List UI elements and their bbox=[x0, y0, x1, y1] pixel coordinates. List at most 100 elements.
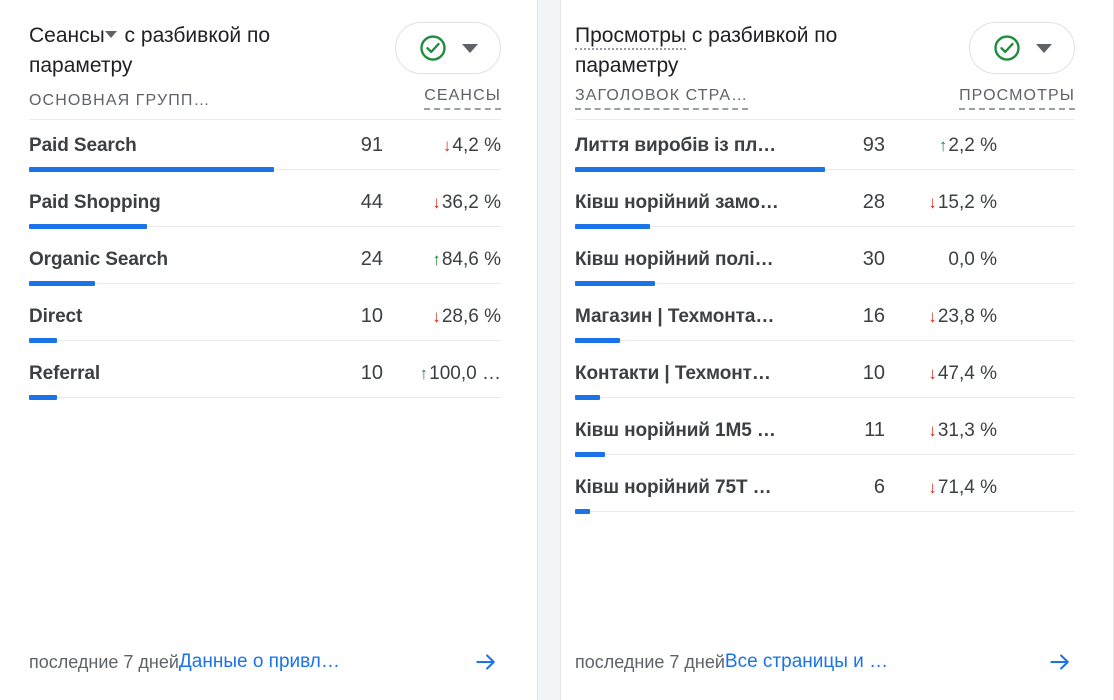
row-label[interactable]: Магазин | Техмонта… bbox=[575, 306, 823, 328]
column-header-metric[interactable]: СЕАНСЫ bbox=[424, 87, 501, 110]
metric-selector-sessions[interactable]: Сеансы bbox=[29, 24, 105, 47]
column-header-dimension[interactable]: ЗАГОЛОВОК СТРА… bbox=[575, 87, 749, 110]
row-bar-track bbox=[575, 167, 1075, 172]
row-delta-text: 4,2 % bbox=[452, 134, 501, 156]
row-metric-value: 10 bbox=[360, 305, 383, 327]
row-bar-fill bbox=[29, 224, 147, 229]
row-bar-track bbox=[29, 281, 501, 286]
table-row[interactable]: Ківш норійний замо… 28 ↓15,2 % bbox=[575, 177, 1075, 234]
chevron-down-icon[interactable] bbox=[104, 31, 117, 38]
card-sessions-by-dimension: Сеансы с разбивкой по параметру ОСНОВНАЯ… bbox=[0, 0, 538, 700]
table-row[interactable]: Лиття виробів із пл… 93 ↑2,2 % bbox=[575, 120, 1075, 177]
row-bar-track bbox=[29, 338, 501, 343]
row-delta-value: ↓23,8 % bbox=[885, 306, 997, 328]
dashboard-cards-container: Сеансы с разбивкой по параметру ОСНОВНАЯ… bbox=[0, 0, 1114, 700]
row-metric-value: 6 bbox=[873, 476, 885, 498]
table-row[interactable]: Ківш норійний полі… 30 0,0 % bbox=[575, 234, 1075, 291]
row-label[interactable]: Organic Search bbox=[29, 249, 321, 271]
row-metric-value: 44 bbox=[360, 191, 383, 213]
row-label[interactable]: Ківш норійний 75Т … bbox=[575, 477, 823, 499]
arrow-down-icon: ↓ bbox=[432, 192, 441, 212]
row-bar-fill bbox=[575, 509, 590, 514]
chevron-down-icon[interactable] bbox=[1036, 43, 1052, 53]
table-column-headers: ЗАГОЛОВОК СТРА… ПРОСМОТРЫ bbox=[575, 87, 1075, 119]
arrow-right-icon[interactable] bbox=[471, 647, 501, 677]
footer-report-link[interactable]: Все страницы и … bbox=[725, 651, 888, 673]
row-label[interactable]: Лиття виробів із пл… bbox=[575, 135, 823, 157]
table-row[interactable]: Paid Search 91 ↓4,2 % bbox=[29, 120, 501, 177]
card-header: Просмотры с разбивкой по параметру bbox=[575, 0, 1075, 81]
table-row-content: Ківш норійний полі… 30 0,0 % bbox=[575, 234, 1075, 283]
table-row[interactable]: Referral 10 ↑100,0 … bbox=[29, 348, 501, 405]
row-delta-value: ↑2,2 % bbox=[885, 135, 997, 157]
arrow-down-icon: ↓ bbox=[928, 420, 937, 440]
row-delta-text: 100,0 … bbox=[429, 362, 501, 384]
row-label[interactable]: Referral bbox=[29, 363, 321, 385]
row-bar-fill bbox=[29, 167, 275, 172]
table-row-content: Direct 10 ↓28,6 % bbox=[29, 291, 501, 340]
row-delta-text: 36,2 % bbox=[441, 191, 501, 213]
table-row-content: Paid Shopping 44 ↓36,2 % bbox=[29, 177, 501, 226]
table-row[interactable]: Магазин | Техмонта… 16 ↓23,8 % bbox=[575, 291, 1075, 348]
row-metric-value: 11 bbox=[864, 419, 885, 441]
card-title: Просмотры с разбивкой по параметру bbox=[575, 21, 935, 81]
table-column-headers: ОСНОВНАЯ ГРУПП… СЕАНСЫ bbox=[29, 87, 501, 119]
row-bar-fill bbox=[29, 395, 58, 400]
row-delta-text: 23,8 % bbox=[937, 305, 997, 327]
row-metric-value: 24 bbox=[360, 248, 383, 270]
card-title: Сеансы с разбивкой по параметру bbox=[29, 21, 359, 81]
table-row[interactable]: Organic Search 24 ↑84,6 % bbox=[29, 234, 501, 291]
card-gap-divider bbox=[538, 0, 560, 700]
footer-period-label: последние 7 дней bbox=[575, 651, 725, 672]
table-row-content: Referral 10 ↑100,0 … bbox=[29, 348, 501, 397]
row-metric-value: 10 bbox=[360, 362, 383, 384]
arrow-down-icon: ↓ bbox=[928, 192, 937, 212]
row-bar-track bbox=[575, 281, 1075, 286]
row-delta-value: 0,0 % bbox=[885, 249, 997, 271]
row-bar-fill bbox=[575, 395, 600, 400]
row-bar-fill bbox=[575, 281, 655, 286]
row-delta-value: ↓36,2 % bbox=[383, 192, 501, 214]
chevron-down-icon[interactable] bbox=[462, 43, 478, 53]
table-row-content: Контакти | Техмонт… 10 ↓47,4 % bbox=[575, 348, 1075, 397]
row-metric-value: 91 bbox=[360, 134, 383, 156]
table-row[interactable]: Direct 10 ↓28,6 % bbox=[29, 291, 501, 348]
column-header-metric[interactable]: ПРОСМОТРЫ bbox=[959, 87, 1075, 110]
table-row[interactable]: Ківш норійний 75Т … 6 ↓71,4 % bbox=[575, 462, 1075, 519]
arrow-up-icon: ↑ bbox=[432, 249, 441, 269]
row-delta-text: 0,0 % bbox=[948, 248, 997, 270]
row-bar-track bbox=[575, 395, 1075, 400]
card-spacer bbox=[29, 405, 501, 637]
row-delta-text: 15,2 % bbox=[937, 191, 997, 213]
data-quality-selector-button[interactable] bbox=[969, 22, 1075, 74]
column-header-dimension[interactable]: ОСНОВНАЯ ГРУПП… bbox=[29, 92, 211, 110]
row-label[interactable]: Ківш норійний полі… bbox=[575, 249, 823, 271]
row-delta-text: 84,6 % bbox=[441, 248, 501, 270]
table-row-content: Ківш норійний 1М5 … 11 ↓31,3 % bbox=[575, 405, 1075, 454]
row-label[interactable]: Paid Search bbox=[29, 135, 321, 157]
footer-report-link[interactable]: Данные о привл… bbox=[179, 651, 340, 673]
row-delta-value: ↓15,2 % bbox=[885, 192, 997, 214]
row-delta-text: 71,4 % bbox=[937, 476, 997, 498]
row-label[interactable]: Paid Shopping bbox=[29, 192, 321, 214]
row-metric-value: 30 bbox=[862, 248, 885, 270]
row-bar-track bbox=[29, 167, 501, 172]
row-label[interactable]: Ківш норійний 1М5 … bbox=[575, 420, 823, 442]
row-label[interactable]: Контакти | Техмонт… bbox=[575, 363, 823, 385]
arrow-down-icon: ↓ bbox=[432, 306, 441, 326]
row-delta-value: ↓71,4 % bbox=[885, 477, 997, 499]
metric-selector-views[interactable]: Просмотры bbox=[575, 24, 686, 50]
data-quality-selector-button[interactable] bbox=[395, 22, 501, 74]
table-row-content: Paid Search 91 ↓4,2 % bbox=[29, 120, 501, 169]
arrow-right-icon[interactable] bbox=[1045, 647, 1075, 677]
row-bar-fill bbox=[575, 452, 605, 457]
row-delta-text: 31,3 % bbox=[937, 419, 997, 441]
arrow-up-icon: ↑ bbox=[938, 135, 948, 155]
table-row[interactable]: Paid Shopping 44 ↓36,2 % bbox=[29, 177, 501, 234]
row-delta-value: ↓28,6 % bbox=[383, 306, 501, 328]
row-label[interactable]: Direct bbox=[29, 306, 321, 328]
table-row[interactable]: Контакти | Техмонт… 10 ↓47,4 % bbox=[575, 348, 1075, 405]
row-label[interactable]: Ківш норійний замо… bbox=[575, 192, 823, 214]
arrow-down-icon: ↓ bbox=[442, 135, 452, 155]
table-row[interactable]: Ківш норійний 1М5 … 11 ↓31,3 % bbox=[575, 405, 1075, 462]
